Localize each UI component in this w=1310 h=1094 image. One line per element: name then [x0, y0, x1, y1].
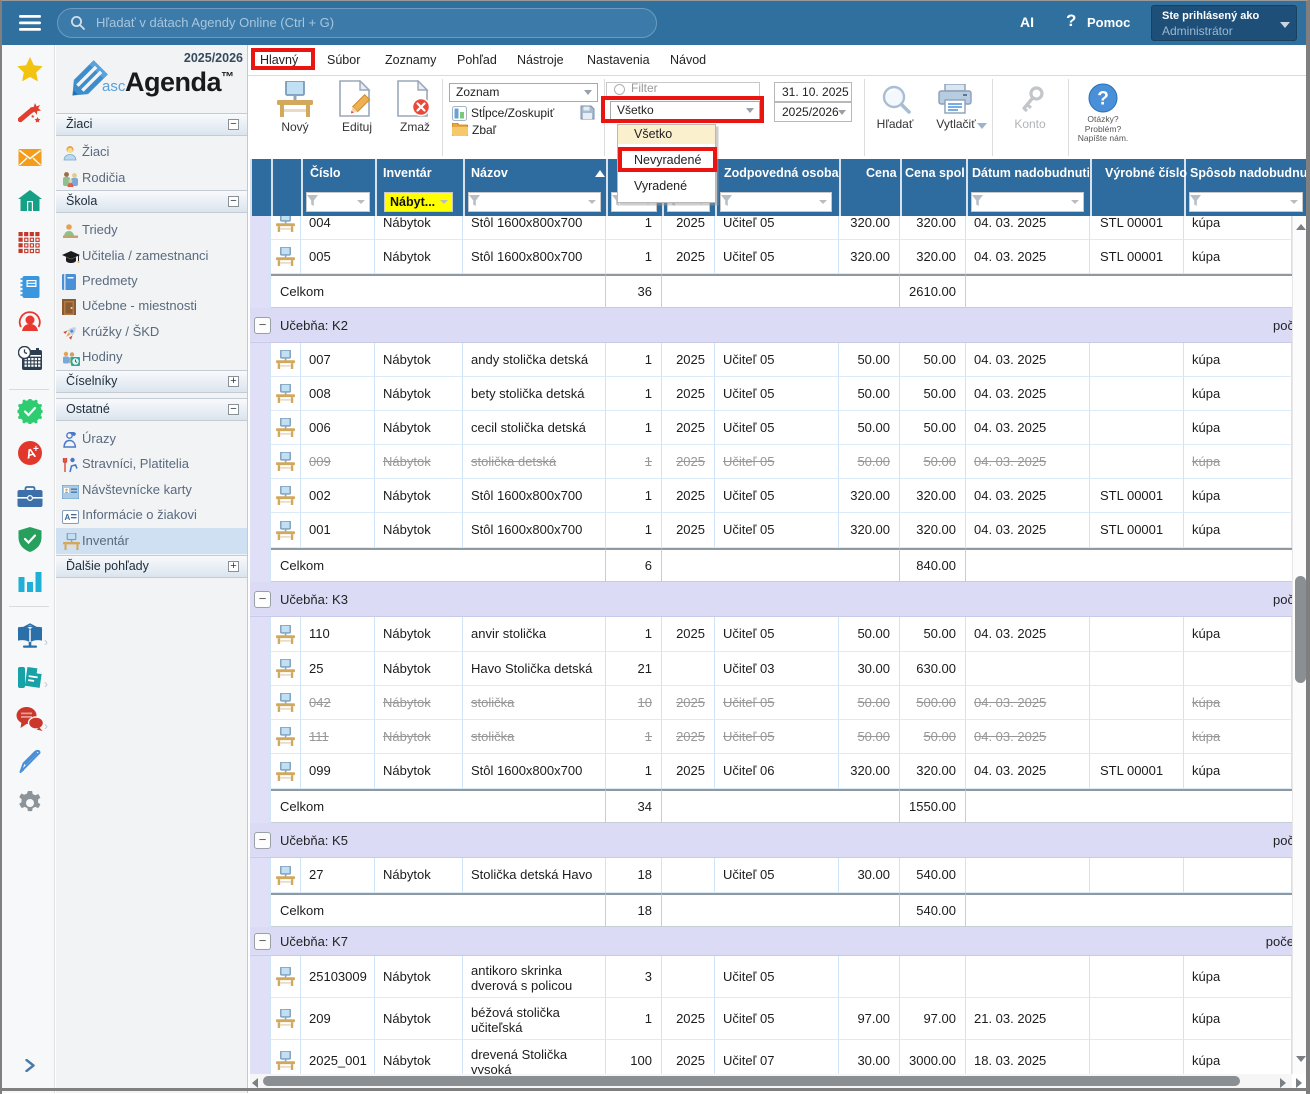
svg-text:?: ? [1097, 89, 1109, 110]
svg-text:+: + [33, 444, 39, 455]
svg-text:A: A [65, 513, 71, 522]
